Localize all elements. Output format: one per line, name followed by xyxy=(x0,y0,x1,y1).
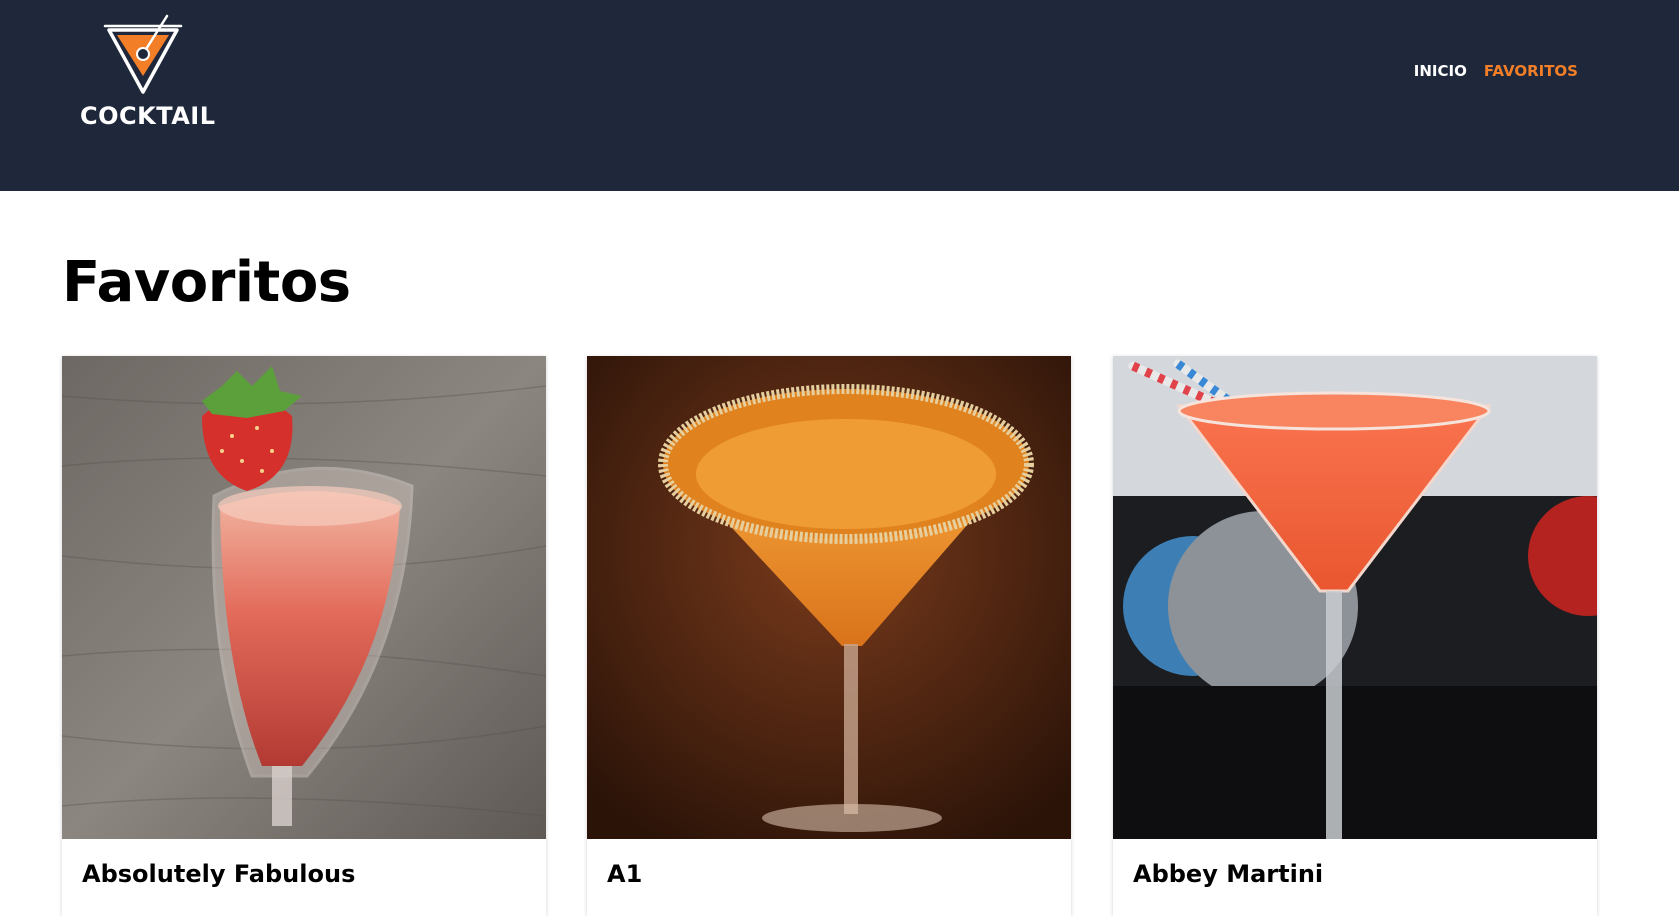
nav-link-inicio[interactable]: INICIO xyxy=(1414,62,1467,80)
drink-name: A1 xyxy=(607,860,643,888)
martini-glass-icon xyxy=(103,14,183,94)
drink-image[interactable] xyxy=(62,356,546,839)
drink-name: Absolutely Fabulous xyxy=(82,860,356,888)
main-nav: INICIO FAVORITOS xyxy=(1414,62,1578,80)
nav-link-favoritos[interactable]: FAVORITOS xyxy=(1484,62,1578,80)
drink-card[interactable]: Abbey Martini xyxy=(1113,356,1597,916)
drink-card[interactable]: A1 xyxy=(587,356,1071,916)
site-header: COCKTAIL INICIO FAVORITOS xyxy=(0,0,1679,191)
logo-text: COCKTAIL xyxy=(80,102,216,130)
logo[interactable]: COCKTAIL xyxy=(80,14,216,134)
drink-card[interactable]: Absolutely Fabulous xyxy=(62,356,546,916)
drink-image[interactable] xyxy=(1113,356,1597,839)
drink-image[interactable] xyxy=(587,356,1071,839)
page-title: Favoritos xyxy=(62,250,351,315)
drink-name: Abbey Martini xyxy=(1133,860,1324,888)
